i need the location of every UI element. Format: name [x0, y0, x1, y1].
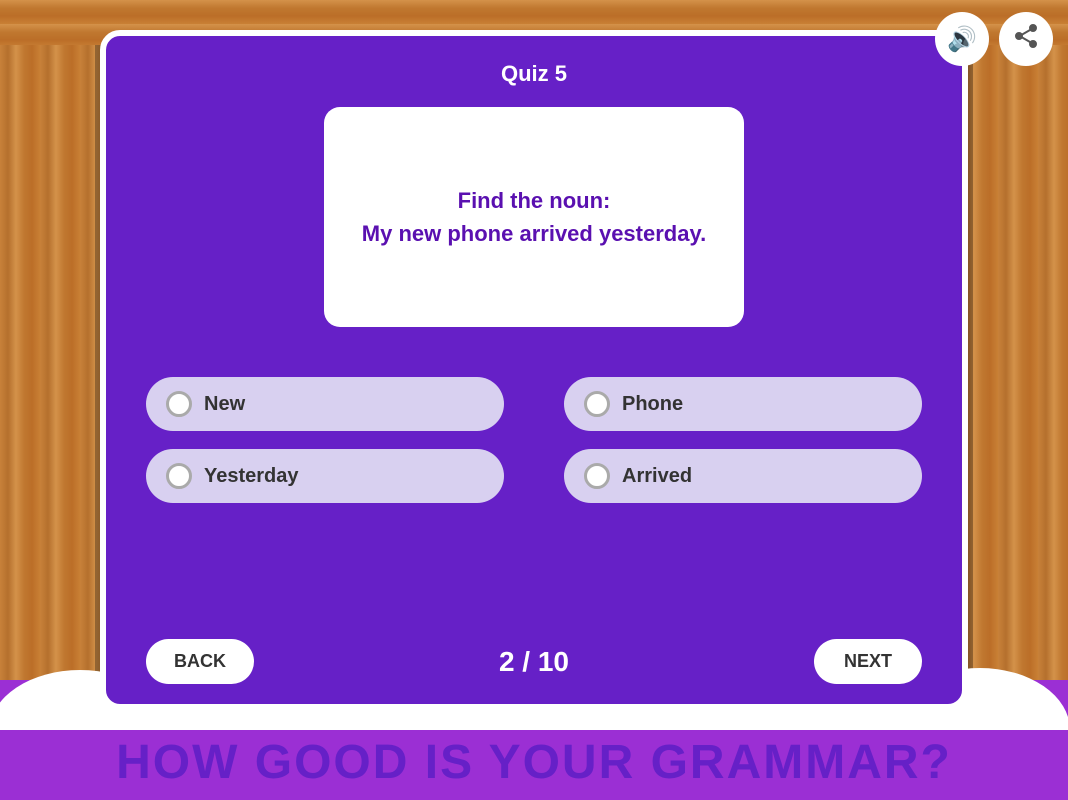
tagline: How Good Is Your Grammar?: [0, 735, 1068, 790]
radio-yesterday: [166, 463, 192, 489]
answer-arrived-label: Arrived: [622, 465, 692, 488]
sound-icon: 🔊: [947, 25, 977, 54]
sound-button[interactable]: 🔊: [935, 12, 989, 66]
radio-arrived: [584, 463, 610, 489]
top-icons-container: 🔊: [935, 12, 1053, 66]
answers-grid: New Phone Yesterday Arrived: [146, 377, 922, 503]
main-panel: Quiz 5 Find the noun: My new phone arriv…: [100, 30, 968, 710]
share-button[interactable]: [999, 12, 1053, 66]
progress-indicator: 2 / 10: [499, 646, 569, 678]
wood-right-plank: [958, 0, 1068, 680]
answer-yesterday[interactable]: Yesterday: [146, 449, 504, 503]
wood-left-plank: [0, 0, 110, 680]
answer-phone[interactable]: Phone: [564, 377, 922, 431]
radio-inner-yesterday: [174, 471, 184, 481]
answer-yesterday-label: Yesterday: [204, 465, 299, 488]
radio-phone: [584, 391, 610, 417]
question-text: Find the noun: My new phone arrived yest…: [362, 184, 706, 250]
answer-arrived[interactable]: Arrived: [564, 449, 922, 503]
answer-new[interactable]: New: [146, 377, 504, 431]
radio-inner-arrived: [592, 471, 602, 481]
answer-new-label: New: [204, 393, 245, 416]
bottom-bar: BACK 2 / 10 NEXT: [146, 639, 922, 684]
back-button[interactable]: BACK: [146, 639, 254, 684]
answer-phone-label: Phone: [622, 393, 683, 416]
quiz-title: Quiz 5: [501, 61, 567, 87]
radio-inner-phone: [592, 399, 602, 409]
next-button[interactable]: NEXT: [814, 639, 922, 684]
share-icon: [1013, 23, 1039, 55]
question-card: Find the noun: My new phone arrived yest…: [324, 107, 744, 327]
radio-new: [166, 391, 192, 417]
radio-inner-new: [174, 399, 184, 409]
